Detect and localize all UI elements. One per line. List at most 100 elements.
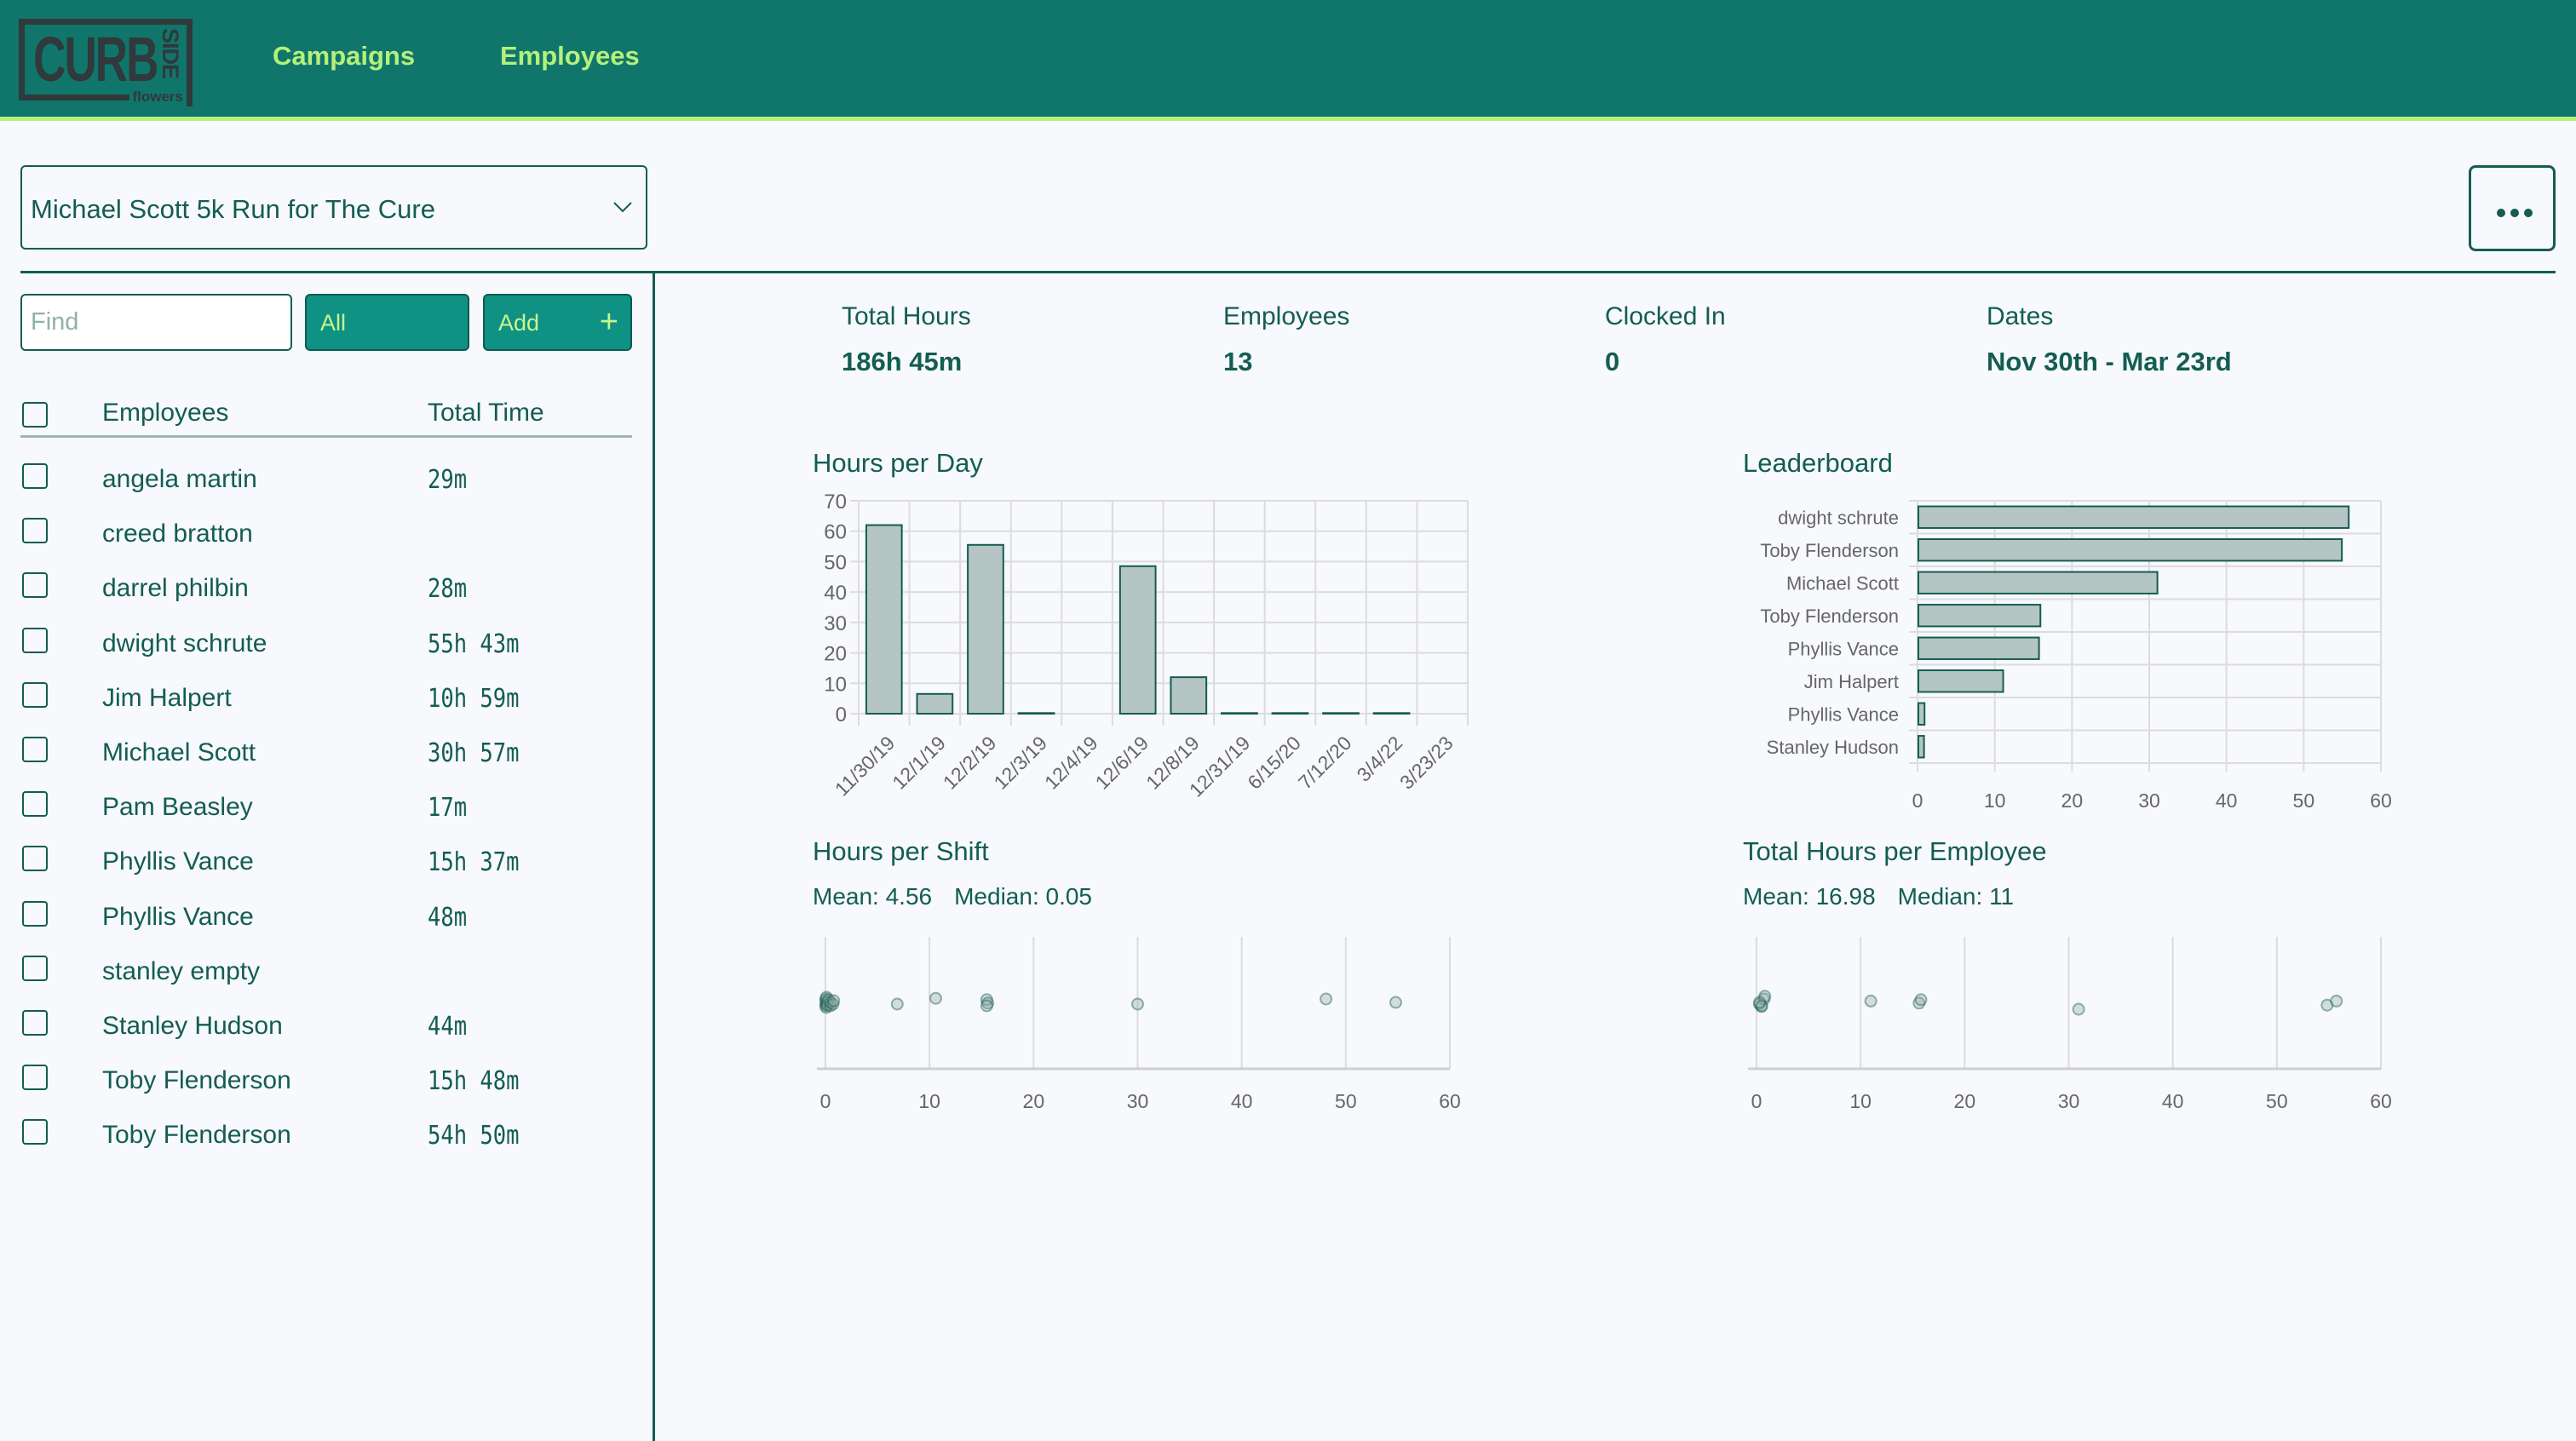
data-point xyxy=(1389,996,1402,1009)
stat-employees: Employees 13 xyxy=(1223,302,1349,377)
employee-checkbox[interactable] xyxy=(22,900,48,927)
x-tick-label: 0 xyxy=(1751,1090,1762,1112)
employee-checkbox[interactable] xyxy=(22,627,48,653)
find-employee-input[interactable] xyxy=(20,294,292,351)
employee-row[interactable]: Phyllis Vance 48m xyxy=(20,893,632,940)
add-label: Add xyxy=(498,310,540,336)
employee-total-time: 48m xyxy=(428,902,468,933)
employee-row[interactable]: Phyllis Vance 15h 37m xyxy=(20,837,632,885)
nav-campaigns[interactable]: Campaigns xyxy=(273,41,415,72)
employee-name: dwight schrute xyxy=(102,629,267,657)
logo-sub-text: flowers xyxy=(132,89,183,105)
median-label: Median: 0.05 xyxy=(954,883,1092,910)
employee-row[interactable]: Jim Halpert 10h 59m xyxy=(20,674,632,721)
x-tick-label: 40 xyxy=(2216,789,2238,812)
curbside-logo[interactable]: CURB SIDE flowers xyxy=(19,19,193,106)
employee-row[interactable]: creed bratton xyxy=(20,509,632,557)
employee-row[interactable]: dwight schrute 55h 43m xyxy=(20,619,632,667)
leaderboard-title: Leaderboard xyxy=(1743,448,1893,478)
hours-per-shift-title: Hours per Shift xyxy=(813,836,989,866)
x-tick-label: 60 xyxy=(1439,1090,1461,1112)
employee-total-time: 28m xyxy=(428,574,468,605)
bar xyxy=(1118,565,1157,715)
employee-total-time: 10h 59m xyxy=(428,683,520,714)
y-tick-label: dwight schrute xyxy=(1778,507,1899,528)
employee-checkbox[interactable] xyxy=(22,1065,48,1091)
employee-row[interactable]: Pam Beasley 17m xyxy=(20,783,632,830)
total-hours-per-employee-chart: 0 10 20 30 40 50 60 xyxy=(1748,937,2392,1112)
y-tick-label: 50 xyxy=(824,551,847,574)
select-all-checkbox[interactable] xyxy=(22,402,48,428)
employee-checkbox[interactable] xyxy=(22,463,48,489)
x-tick-label: 20 xyxy=(1023,1090,1045,1112)
bar xyxy=(1372,712,1411,715)
employee-checkbox[interactable] xyxy=(22,1010,48,1036)
employee-name: Toby Flenderson xyxy=(102,1066,291,1095)
x-tick-label: 30 xyxy=(1127,1090,1149,1112)
total-hours-per-employee-stats: Mean: 16.98 Median: 11 xyxy=(1743,883,2036,910)
data-point xyxy=(1131,997,1144,1011)
y-tick-label: Toby Flenderson xyxy=(1760,540,1899,561)
stat-label: Dates xyxy=(1987,302,2054,330)
more-options-button[interactable] xyxy=(2469,165,2556,251)
employee-checkbox[interactable] xyxy=(22,791,48,818)
employee-row[interactable]: Stanley Hudson 44m xyxy=(20,1002,632,1049)
employee-total-time: 15h 48m xyxy=(428,1066,520,1097)
employee-total-time: 17m xyxy=(428,793,468,824)
bar xyxy=(1918,702,1926,726)
employee-total-time: 15h 37m xyxy=(428,847,520,878)
add-employee-button[interactable]: Add + xyxy=(483,294,632,351)
employee-name: Phyllis Vance xyxy=(102,847,254,876)
employee-checkbox[interactable] xyxy=(22,681,48,708)
stat-value: 186h 45m xyxy=(842,347,963,376)
employee-row[interactable]: Michael Scott 30h 57m xyxy=(20,728,632,776)
hours-per-shift-chart: 0 10 20 30 40 50 60 xyxy=(817,937,1461,1112)
bar xyxy=(967,543,1004,715)
bar xyxy=(1918,571,2159,594)
employee-checkbox[interactable] xyxy=(22,518,48,544)
employee-name: Michael Scott xyxy=(102,738,256,766)
campaign-select-value: Michael Scott 5k Run for The Cure xyxy=(31,194,435,224)
nav-employees[interactable]: Employees xyxy=(500,41,640,72)
employee-checkbox[interactable] xyxy=(22,737,48,762)
hours-per-day-chart: 01020304050607011/30/1912/1/1912/2/1912/… xyxy=(824,491,1469,801)
employee-total-time: 29m xyxy=(428,465,468,495)
x-tick-label: 20 xyxy=(1954,1090,1976,1112)
x-tick-label: 40 xyxy=(2162,1090,2184,1112)
filter-all-button[interactable]: All xyxy=(305,294,469,351)
hours-per-day-title: Hours per Day xyxy=(813,448,983,478)
data-point xyxy=(980,999,993,1013)
x-tick-label: 50 xyxy=(2293,789,2315,812)
data-point xyxy=(1753,996,1767,1009)
employee-row[interactable]: stanley empty xyxy=(20,947,632,995)
employee-row[interactable]: Toby Flenderson 54h 50m xyxy=(20,1111,632,1158)
employee-name: stanley empty xyxy=(102,956,261,985)
y-tick-label: Michael Scott xyxy=(1786,572,1899,594)
x-tick-label: 60 xyxy=(2370,789,2392,812)
campaign-select[interactable]: Michael Scott 5k Run for The Cure xyxy=(20,165,647,250)
x-tick-label: 30 xyxy=(2058,1090,2080,1112)
data-point xyxy=(1864,994,1877,1008)
bar xyxy=(916,692,954,715)
employee-checkbox[interactable] xyxy=(22,846,48,872)
y-tick-label: 30 xyxy=(824,612,847,635)
stat-total-hours: Total Hours 186h 45m xyxy=(842,302,971,377)
plus-icon: + xyxy=(599,304,618,340)
top-nav-bar: CURB SIDE flowers Campaigns Employees xyxy=(0,0,2576,121)
employee-name: angela martin xyxy=(102,465,257,493)
y-tick-label: Stanley Hudson xyxy=(1767,737,1899,758)
employee-total-time: 54h 50m xyxy=(428,1121,520,1151)
employee-row[interactable]: Toby Flenderson 15h 48m xyxy=(20,1056,632,1104)
chevron-down-icon xyxy=(613,202,632,213)
employee-checkbox[interactable] xyxy=(22,572,48,599)
stat-value: 0 xyxy=(1605,347,1620,376)
section-divider xyxy=(20,271,2556,273)
x-tick-label: 0 xyxy=(820,1090,831,1112)
employee-checkbox[interactable] xyxy=(22,955,48,981)
stat-label: Employees xyxy=(1223,302,1350,330)
data-point xyxy=(2072,1002,2085,1016)
employee-row[interactable]: angela martin 29m xyxy=(20,455,632,502)
x-tick-label: 12/2/19 xyxy=(939,732,1001,794)
employee-row[interactable]: darrel philbin 28m xyxy=(20,564,632,611)
employee-checkbox[interactable] xyxy=(22,1119,48,1145)
